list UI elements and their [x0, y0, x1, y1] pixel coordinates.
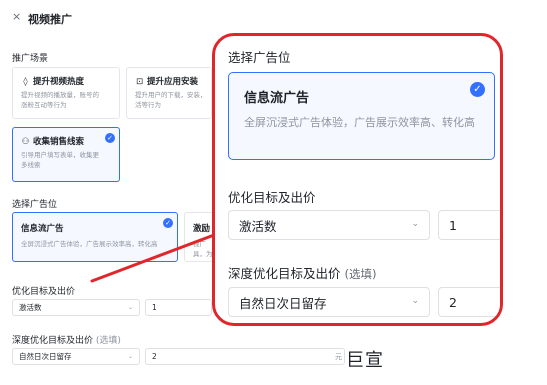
scene-card-app-install[interactable]: ⊡ 提升应用安装 提升用户的下载，安装， 活等行为 [126, 67, 212, 119]
scene-card-desc: 涨粉互动等行为 [21, 101, 67, 109]
goal-select[interactable]: 激活数 ⌄ [12, 299, 140, 316]
zoom-deep-optional-text: (选填) [344, 267, 377, 281]
zoom-goal-label: 优化目标及出价 [228, 190, 316, 205]
placement-section-label: 选择广告位 [12, 200, 58, 210]
close-icon[interactable]: × [12, 11, 21, 22]
chevron-down-icon: ⌄ [411, 296, 419, 306]
deep-bid-input[interactable]: 2 元 [145, 348, 345, 365]
zoom-goal-select-value: 激活数 [239, 218, 277, 234]
page-header: × 视频推广 [0, 0, 547, 36]
zoom-placement-card-desc: 全屏沉浸式广告体验，广告展示效率高、转化高 [244, 116, 475, 129]
zoom-placement-card-feed[interactable]: 信息流广告 全屏沉浸式广告体验，广告展示效率高、转化高 ✓ [228, 72, 495, 160]
goal-select-value: 激活数 [19, 303, 42, 312]
zoom-goal-bid-value: 1 [449, 217, 457, 233]
zoom-placement-label: 选择广告位 [228, 50, 291, 65]
placement-card-feed[interactable]: 信息流广告 全屏沉浸式广告体验，广告展示效率高，转化高 ✓ [12, 212, 178, 262]
flame-icon: ◊ [23, 77, 28, 87]
placement-card-desc: 视广 [193, 240, 206, 248]
check-icon: ✓ [470, 82, 485, 97]
deep-bid-value: 2 [152, 352, 157, 361]
placement-card-desc: 全屏沉浸式广告体验，广告展示效率高，转化高 [21, 240, 158, 248]
placement-card-title: 信息流广告 [21, 224, 64, 234]
placement-card-title: 激励 [193, 224, 211, 234]
zoom-callout: 选择广告位 信息流广告 全屏沉浸式广告体验，广告展示效率高、转化高 ✓ 优化目标… [212, 33, 503, 326]
scene-card-title: 提升应用安装 [147, 77, 199, 87]
deep-select[interactable]: 自然日次日留存 ⌄ [12, 348, 140, 365]
scene-card-sales-leads[interactable]: ⚇ 收集销售线索 引导用户填写表单，收集更 多线索 ✓ [12, 127, 120, 182]
zoom-goal-select[interactable]: 激活数 ⌄ [228, 210, 430, 240]
unit-label: 元 [335, 352, 342, 361]
deep-select-value: 自然日次日留存 [19, 352, 72, 361]
chevron-down-icon: ⌄ [127, 352, 133, 360]
download-icon: ⊡ [135, 77, 144, 87]
scene-card-video-heat[interactable]: ◊ 提升视频热度 提升视频的播放量，账号的 涨粉互动等行为 [12, 67, 120, 119]
people-icon: ⚇ [21, 137, 30, 147]
placement-card-desc: 具，为 [193, 250, 213, 258]
deep-label: 深度优化目标及出价 (选填) [12, 333, 121, 346]
zoom-placement-card-title: 信息流广告 [244, 91, 310, 106]
deep-optional-text: (选填) [95, 336, 121, 346]
goal-label: 优化目标及出价 [12, 287, 76, 297]
scene-card-desc: 提升视频的播放量，账号的 [21, 91, 99, 99]
zoom-deep-select-value: 自然日次日留存 [239, 295, 327, 311]
zoom-goal-bid-input[interactable]: 1 [438, 210, 500, 240]
zoom-deep-label-text: 深度优化目标及出价 [228, 266, 341, 281]
goal-bid-value: 1 [152, 303, 157, 312]
scene-card-desc: 多线索 [21, 161, 41, 169]
scene-section-label: 推广场景 [12, 54, 49, 64]
scene-card-title: 提升视频热度 [33, 77, 85, 87]
zoom-deep-label: 深度优化目标及出价 (选填) [228, 263, 376, 282]
scene-card-desc: 引导用户填写表单，收集更 [21, 151, 99, 159]
scene-card-desc: 提升用户的下载，安装， [135, 91, 207, 99]
check-icon: ✓ [163, 218, 173, 228]
zoom-deep-select[interactable]: 自然日次日留存 ⌄ [228, 287, 430, 317]
chevron-down-icon: ⌄ [127, 303, 133, 311]
goal-bid-input[interactable]: 1 [145, 299, 212, 316]
scene-card-desc: 活等行为 [135, 101, 161, 109]
chevron-down-icon: ⌄ [411, 219, 419, 229]
scene-card-title: 收集销售线索 [33, 137, 85, 147]
zoom-deep-bid-input[interactable]: 2 [438, 287, 500, 317]
zoom-deep-bid-value: 2 [449, 294, 457, 310]
deep-label-text: 深度优化目标及出价 [12, 336, 94, 346]
watermark-logo: 巨宣 [346, 350, 384, 371]
check-icon: ✓ [105, 133, 115, 143]
page-title: 视频推广 [28, 13, 72, 26]
